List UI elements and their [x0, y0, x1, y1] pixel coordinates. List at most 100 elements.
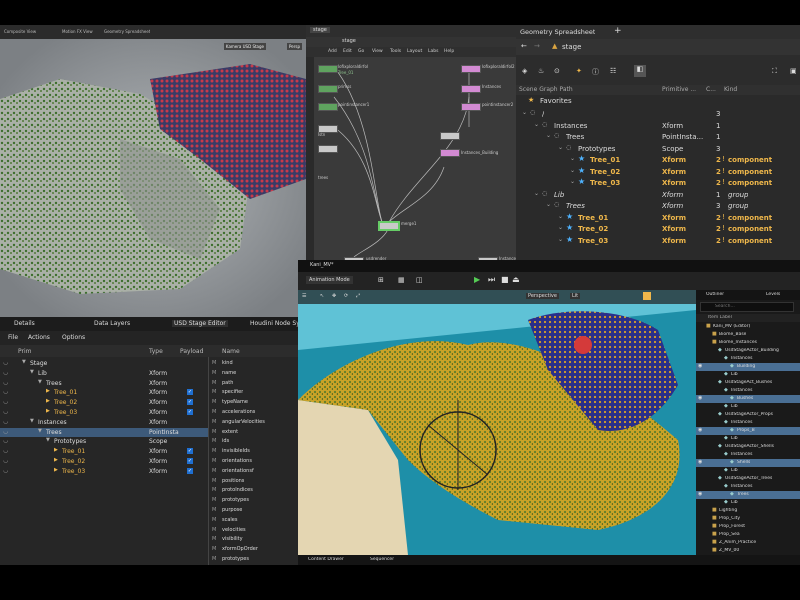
outliner-item[interactable]: ◆ UsdStageAct_Bushes [696, 379, 800, 387]
network-node[interactable] [318, 145, 338, 153]
spreadsheet-row[interactable]: ⌄ ★ Tree_03 Xform 2! component [516, 178, 800, 188]
tab-composite-view[interactable]: Composite View [4, 29, 36, 34]
eject-icon[interactable]: ⏏ [512, 275, 520, 284]
prim-row[interactable]: ◡ ▼ Trees PointInsta [0, 427, 208, 438]
visibility-eye-icon[interactable]: ◡ [3, 408, 8, 415]
outliner-item[interactable]: ◆ Lib [696, 435, 800, 443]
attribute-row[interactable]: Mids [210, 437, 298, 447]
expand-chevron-icon[interactable]: ⌄ [546, 201, 551, 208]
outliner-item[interactable]: ◉ ◆ Trees [696, 491, 800, 499]
payload-checkbox[interactable]: ✓ [187, 409, 193, 415]
tab-data-layers[interactable]: Data Layers [94, 320, 130, 327]
attribute-row[interactable]: Morientations [210, 457, 298, 467]
network-node[interactable] [461, 103, 481, 111]
expand-chevron-icon[interactable]: ▼ [22, 359, 26, 365]
collapse-icon[interactable]: ▣ [790, 67, 797, 75]
attribute-row[interactable]: MtypeName [210, 398, 298, 408]
menu-view[interactable]: View [372, 49, 383, 54]
tab-usd-stage-editor[interactable]: USD Stage Editor [172, 320, 228, 327]
attribute-row[interactable]: Mname [210, 369, 298, 379]
attribute-row[interactable]: Morientationsf [210, 467, 298, 477]
menu-actions[interactable]: Actions [28, 334, 50, 341]
menu-options[interactable]: Options [62, 334, 85, 341]
expand-chevron-icon[interactable]: ▶ [54, 447, 58, 453]
snap-grid-icon[interactable] [643, 292, 651, 300]
network-node[interactable] [440, 149, 460, 157]
expand-chevron-icon[interactable]: ▼ [46, 437, 50, 443]
expand-chevron-icon[interactable]: ⌄ [570, 167, 575, 174]
attribute-row[interactable]: Mprototypes [210, 496, 298, 506]
spreadsheet-row[interactable]: ⌄ ★ Tree_01 Xform 2! component [516, 213, 800, 223]
back-arrow-icon[interactable]: ← [521, 42, 527, 50]
outliner-item[interactable]: ■ Biome_Base [696, 331, 800, 339]
menu-labs[interactable]: Labs [428, 49, 438, 54]
expand-chevron-icon[interactable]: ⌄ [522, 109, 527, 116]
outliner-item[interactable]: ◆ Lib [696, 467, 800, 475]
menu-edit[interactable]: Edit [343, 49, 352, 54]
expand-chevron-icon[interactable]: ▶ [54, 467, 58, 473]
attribute-row[interactable]: Mpurpose [210, 506, 298, 516]
info-icon[interactable]: ⓘ [592, 67, 599, 77]
prim-row[interactable]: ◡ ▶ Tree_02 Xform ✓ [0, 398, 208, 408]
outliner-item[interactable]: ◆ Instances [696, 387, 800, 395]
scale-icon[interactable]: ⤢ [356, 293, 360, 299]
attribute-row[interactable]: MinvisibleIds [210, 447, 298, 457]
outliner-item[interactable]: ◆ Instances [696, 355, 800, 363]
expand-chevron-icon[interactable]: ▶ [46, 398, 50, 404]
move-icon[interactable]: ✥ [332, 293, 336, 299]
primitive-icon[interactable]: ◈ [522, 67, 527, 75]
material-icon[interactable]: ☷ [610, 67, 616, 75]
header-name[interactable]: Name [222, 348, 240, 355]
attribute-row[interactable]: Mspecifier [210, 388, 298, 398]
visibility-eye-icon[interactable]: ◡ [3, 379, 8, 386]
visibility-eye-icon[interactable]: ◉ [698, 427, 702, 433]
attribute-row[interactable]: Mvisibility [210, 535, 298, 545]
wand-icon[interactable]: ✦ [576, 67, 582, 75]
outliner-item[interactable]: ◆ Instances [696, 419, 800, 427]
attribute-row[interactable]: Maccelerations [210, 408, 298, 418]
spreadsheet-row[interactable]: ⌄ ◌ / 3 [516, 109, 800, 119]
outliner-item[interactable]: ■ Z_Anim_Practice [696, 539, 800, 547]
visibility-eye-icon[interactable]: ◡ [3, 467, 8, 474]
mode-dropdown[interactable]: Animation Mode [306, 276, 353, 284]
payload-checkbox[interactable]: ✓ [187, 458, 193, 464]
attribute-row[interactable]: MangularVelocities [210, 418, 298, 428]
payload-checkbox[interactable]: ✓ [187, 389, 193, 396]
prim-row[interactable]: ◡ ▼ Prototypes Scope [0, 437, 208, 447]
expand-chevron-icon[interactable]: ⌄ [546, 132, 551, 139]
outliner-item[interactable]: ◆ UsdStageActor_Building [696, 347, 800, 355]
sequencer-button[interactable]: Sequencer [370, 557, 394, 562]
expand-chevron-icon[interactable]: ▼ [38, 428, 42, 434]
header-payload[interactable]: Payload [180, 348, 203, 355]
camera-menu[interactable]: Kamera USD Stage [223, 43, 266, 50]
levels-tab[interactable]: Levels [766, 292, 780, 297]
network-node-merge[interactable] [378, 221, 400, 231]
light-icon[interactable]: ♨ [538, 67, 544, 75]
rotate-icon[interactable]: ⟳ [344, 293, 348, 299]
select-icon[interactable]: ↖ [320, 293, 324, 299]
prim-row[interactable]: ◡ ▶ Tree_03 Xform ✓ [0, 408, 208, 418]
network-node[interactable] [440, 132, 460, 140]
visibility-eye-icon[interactable]: ◡ [3, 418, 8, 425]
expand-chevron-icon[interactable]: ▶ [46, 408, 50, 414]
outliner-item[interactable]: ◆ Instances [696, 451, 800, 459]
spreadsheet-row[interactable]: ⌄ ◌ Trees PointInsta... 1 [516, 132, 800, 142]
prim-row[interactable]: ◡ ▼ Lib Xform [0, 369, 208, 379]
payload-checkbox[interactable]: ✓ [187, 467, 193, 474]
expand-chevron-icon[interactable]: ▼ [38, 379, 42, 385]
payload-checkbox[interactable]: ✓ [187, 448, 193, 455]
tab-motion-fx-view[interactable]: Motion FX View [62, 29, 93, 34]
network-tab[interactable]: stage [310, 27, 330, 33]
prim-row[interactable]: ◡ ▶ Tree_02 Xform ✓ [0, 457, 208, 467]
expand-chevron-icon[interactable]: ⌄ [534, 121, 539, 128]
visibility-eye-icon[interactable]: ◉ [698, 363, 702, 369]
expand-chevron-icon[interactable]: ⌄ [558, 144, 563, 151]
visibility-eye-icon[interactable]: ◉ [698, 395, 702, 401]
network-node[interactable] [318, 103, 338, 111]
expand-chevron-icon[interactable]: ⌄ [534, 190, 539, 197]
outliner-item[interactable]: ◉ ◆ Shells [696, 459, 800, 467]
add-actor-icon[interactable]: ⊞ [378, 276, 384, 284]
header-type[interactable]: Type [149, 348, 163, 355]
menu-layout[interactable]: Layout [407, 49, 422, 54]
visibility-eye-icon[interactable]: ◡ [3, 447, 8, 454]
